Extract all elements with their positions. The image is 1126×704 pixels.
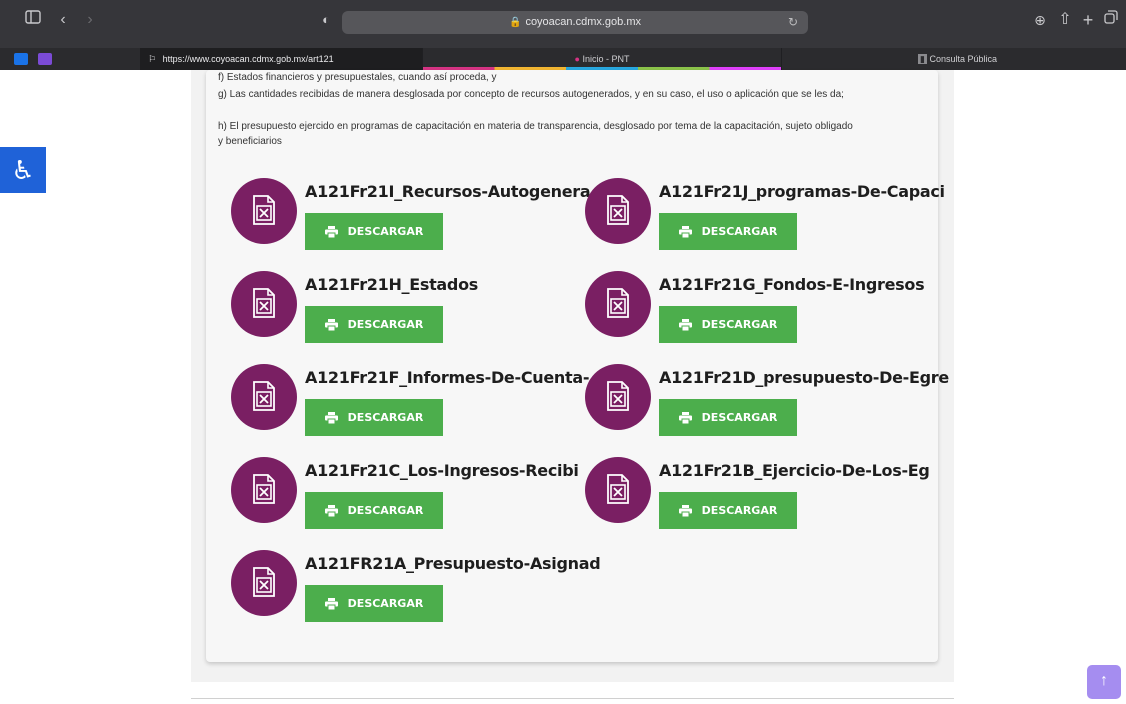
favicon-icon: ⚐: [148, 54, 157, 64]
file-title: A121Fr21I_Recursos-Autogenera: [305, 182, 591, 201]
excel-file-icon: [231, 271, 297, 337]
file-title: A121Fr21C_Los-Ingresos-Recibi: [305, 461, 579, 480]
printer-icon: [324, 225, 338, 238]
address-bar-url: coyoacan.cdmx.gob.mx: [525, 16, 641, 28]
arrow-up-icon: ↑: [1100, 672, 1108, 689]
back-icon[interactable]: ‹: [55, 9, 71, 31]
download-label: DESCARGAR: [347, 225, 424, 238]
wheelchair-icon: ♿: [11, 155, 35, 185]
accessibility-button[interactable]: ♿: [0, 147, 46, 193]
tab-label: Consulta Pública: [929, 54, 998, 64]
paragraph-h: h) El presupuesto ejercido en programas …: [218, 121, 853, 147]
tab-label: https://www.coyoacan.cdmx.gob.mx/art121: [162, 54, 334, 64]
extension-icon[interactable]: [14, 53, 28, 65]
download-label: DESCARGAR: [347, 597, 424, 610]
file-title: A121Fr21F_Informes-De-Cuenta-: [305, 368, 590, 387]
browser-toolbar: ‹ › ◐ 🔒 coyoacan.cdmx.gob.mx ↻ ⊕ ⇧ +: [0, 0, 1126, 48]
file-card: A121Fr21C_Los-Ingresos-Recibi DESCARGAR: [231, 457, 579, 543]
privacy-shield-icon[interactable]: ◐: [318, 9, 334, 31]
favicon-icon: ●: [574, 54, 580, 64]
file-card: A121Fr21B_Ejercicio-De-Los-Eg DESCARGAR: [585, 457, 930, 543]
paragraph-f: f) Estados financieros y presupuestales,…: [218, 72, 497, 83]
printer-icon: [678, 504, 692, 517]
tab-strip: ⚐ https://www.coyoacan.cdmx.gob.mx/art12…: [0, 48, 1126, 70]
reload-icon[interactable]: ↻: [788, 11, 798, 34]
file-card: A121Fr21H_Estados DESCARGAR: [231, 271, 571, 357]
tab-art121[interactable]: ⚐ https://www.coyoacan.cdmx.gob.mx/art12…: [140, 48, 423, 70]
printer-icon: [324, 411, 338, 424]
share-icon[interactable]: ⇧: [1056, 9, 1074, 31]
printer-icon: [324, 504, 338, 517]
excel-file-icon: [231, 178, 297, 244]
extension-icon[interactable]: [38, 53, 52, 65]
download-label: DESCARGAR: [347, 504, 424, 517]
file-card: A121Fr21F_Informes-De-Cuenta- DESCARGAR: [231, 364, 589, 450]
address-bar[interactable]: 🔒 coyoacan.cdmx.gob.mx ↻: [342, 11, 808, 34]
file-title: A121Fr21J_programas-De-Capaci: [659, 182, 945, 201]
download-button[interactable]: DESCARGAR: [305, 306, 443, 343]
tab-consulta-publica[interactable]: ▮ Consulta Pública: [782, 48, 1126, 70]
printer-icon: [678, 318, 692, 331]
printer-icon: [324, 318, 338, 331]
download-button[interactable]: DESCARGAR: [305, 213, 443, 250]
excel-file-icon: [585, 364, 651, 430]
new-tab-icon[interactable]: +: [1080, 9, 1096, 31]
file-title: A121FR21A_Presupuesto-Asignad: [305, 554, 601, 573]
download-label: DESCARGAR: [347, 411, 424, 424]
lock-icon: 🔒: [508, 17, 522, 28]
excel-file-icon: [585, 178, 651, 244]
file-title: A121Fr21H_Estados: [305, 275, 479, 294]
tab-overview-icon[interactable]: [1102, 9, 1120, 31]
tab-label: Inicio - PNT: [582, 54, 630, 64]
download-label: DESCARGAR: [701, 318, 778, 331]
download-button[interactable]: DESCARGAR: [305, 492, 443, 529]
excel-file-icon: [585, 271, 651, 337]
download-button[interactable]: DESCARGAR: [659, 399, 797, 436]
paragraph-g: g) Las cantidades recibidas de manera de…: [218, 89, 844, 100]
download-button[interactable]: DESCARGAR: [305, 585, 443, 622]
file-title: A121Fr21D_presupuesto-De-Egre: [659, 368, 949, 387]
file-card: A121Fr21I_Recursos-Autogenera DESCARGAR: [231, 178, 591, 264]
file-card: A121Fr21J_programas-De-Capaci DESCARGAR: [585, 178, 945, 264]
download-label: DESCARGAR: [701, 504, 778, 517]
download-button[interactable]: DESCARGAR: [659, 213, 797, 250]
file-title: A121Fr21B_Ejercicio-De-Los-Eg: [659, 461, 930, 480]
file-card: A121FR21A_Presupuesto-Asignad DESCARGAR: [231, 550, 601, 636]
download-icon[interactable]: ⊕: [1032, 9, 1048, 31]
excel-file-icon: [231, 550, 297, 616]
favicon-icon: ▮: [918, 54, 927, 64]
download-label: DESCARGAR: [701, 225, 778, 238]
download-label: DESCARGAR: [347, 318, 424, 331]
excel-file-icon: [585, 457, 651, 523]
sidebar-toggle-icon[interactable]: [24, 9, 42, 31]
file-card: A121Fr21G_Fondos-E-Ingresos DESCARGAR: [585, 271, 925, 357]
download-label: DESCARGAR: [701, 411, 778, 424]
excel-file-icon: [231, 364, 297, 430]
printer-icon: [678, 225, 692, 238]
scroll-to-top-button[interactable]: ↑: [1087, 665, 1121, 699]
download-button[interactable]: DESCARGAR: [659, 492, 797, 529]
footer-divider: [191, 698, 954, 699]
file-title: A121Fr21G_Fondos-E-Ingresos: [659, 275, 925, 294]
tab-inicio-pnt[interactable]: ● Inicio - PNT: [423, 48, 782, 70]
excel-file-icon: [231, 457, 297, 523]
download-button[interactable]: DESCARGAR: [305, 399, 443, 436]
forward-icon[interactable]: ›: [82, 9, 98, 31]
printer-icon: [324, 597, 338, 610]
download-button[interactable]: DESCARGAR: [659, 306, 797, 343]
file-card: A121Fr21D_presupuesto-De-Egre DESCARGAR: [585, 364, 949, 450]
printer-icon: [678, 411, 692, 424]
